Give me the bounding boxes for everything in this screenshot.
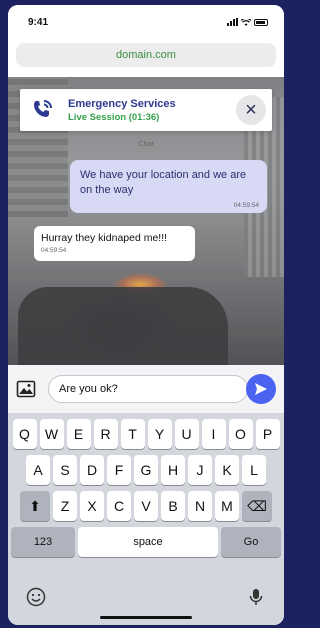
key-f[interactable]: F xyxy=(107,455,131,485)
call-service-name: Emergency Services xyxy=(68,97,176,110)
status-icons xyxy=(227,18,268,26)
key-m[interactable]: M xyxy=(215,491,239,521)
key-y[interactable]: Y xyxy=(147,419,172,449)
key-i[interactable]: I xyxy=(201,419,226,449)
message-text: We have your location and we are on the … xyxy=(80,169,247,196)
key-s[interactable]: S xyxy=(53,455,77,485)
status-bar: 9:41 xyxy=(8,5,284,39)
backspace-key[interactable]: ⌫ xyxy=(242,491,272,521)
status-time: 9:41 xyxy=(28,16,49,28)
go-key[interactable]: Go xyxy=(221,527,281,557)
message-input[interactable] xyxy=(48,375,248,403)
key-t[interactable]: T xyxy=(120,419,145,449)
message-text: Hurray they kidnaped me!!! xyxy=(41,232,168,244)
chat-message: We have your location and we are on the … xyxy=(70,160,267,213)
key-v[interactable]: V xyxy=(134,491,158,521)
keyboard-row-3: ⬆ Z X C V B N M ⌫ xyxy=(8,491,284,521)
close-button[interactable]: × xyxy=(236,95,266,125)
keyboard: Q W E R T Y U I O P A S D F G H J K L ⬆ … xyxy=(8,413,284,625)
home-indicator xyxy=(100,616,192,619)
send-icon xyxy=(255,383,267,395)
microphone-icon[interactable] xyxy=(246,587,266,607)
numbers-key[interactable]: 123 xyxy=(11,527,75,557)
space-key[interactable]: space xyxy=(78,527,218,557)
key-o[interactable]: O xyxy=(228,419,253,449)
chat-message: Hurray they kidnaped me!!! 04:59:54 xyxy=(34,226,195,261)
key-u[interactable]: U xyxy=(174,419,199,449)
message-time: 04:59:54 xyxy=(233,202,259,209)
keyboard-row-1: Q W E R T Y U I O P xyxy=(8,419,284,449)
shift-key[interactable]: ⬆ xyxy=(20,491,50,521)
key-r[interactable]: R xyxy=(93,419,118,449)
key-w[interactable]: W xyxy=(39,419,64,449)
key-x[interactable]: X xyxy=(80,491,104,521)
call-card: Emergency Services Live Session (01:36) … xyxy=(20,89,272,131)
key-d[interactable]: D xyxy=(80,455,104,485)
emoji-icon[interactable] xyxy=(26,587,46,607)
key-k[interactable]: K xyxy=(215,455,239,485)
key-p[interactable]: P xyxy=(255,419,280,449)
key-g[interactable]: G xyxy=(134,455,158,485)
url-text: domain.com xyxy=(116,49,176,61)
key-j[interactable]: J xyxy=(188,455,212,485)
message-time: 04:59:54 xyxy=(41,247,67,254)
keyboard-row-2: A S D F G H J K L xyxy=(8,455,284,485)
phone-ringing-icon xyxy=(34,100,52,117)
keyboard-row-4: 123 space Go xyxy=(8,527,284,557)
key-c[interactable]: C xyxy=(107,491,131,521)
composer-bar xyxy=(8,365,284,413)
key-n[interactable]: N xyxy=(188,491,212,521)
signal-icon xyxy=(227,18,238,26)
call-session-status: Live Session (01:36) xyxy=(68,111,160,123)
phone-screen: 9:41 domain.com Emergency Services Live … xyxy=(8,5,284,625)
image-icon[interactable] xyxy=(16,379,36,399)
key-q[interactable]: Q xyxy=(12,419,37,449)
battery-icon xyxy=(254,18,268,26)
close-icon: × xyxy=(245,98,257,121)
key-a[interactable]: A xyxy=(26,455,50,485)
chat-label: Chat xyxy=(138,139,154,148)
key-e[interactable]: E xyxy=(66,419,91,449)
send-button[interactable] xyxy=(246,374,276,404)
key-b[interactable]: B xyxy=(161,491,185,521)
wifi-icon xyxy=(241,18,251,26)
key-h[interactable]: H xyxy=(161,455,185,485)
key-l[interactable]: L xyxy=(242,455,266,485)
url-bar[interactable]: domain.com xyxy=(16,43,276,67)
keyboard-bottom-bar xyxy=(8,587,284,607)
key-z[interactable]: Z xyxy=(53,491,77,521)
